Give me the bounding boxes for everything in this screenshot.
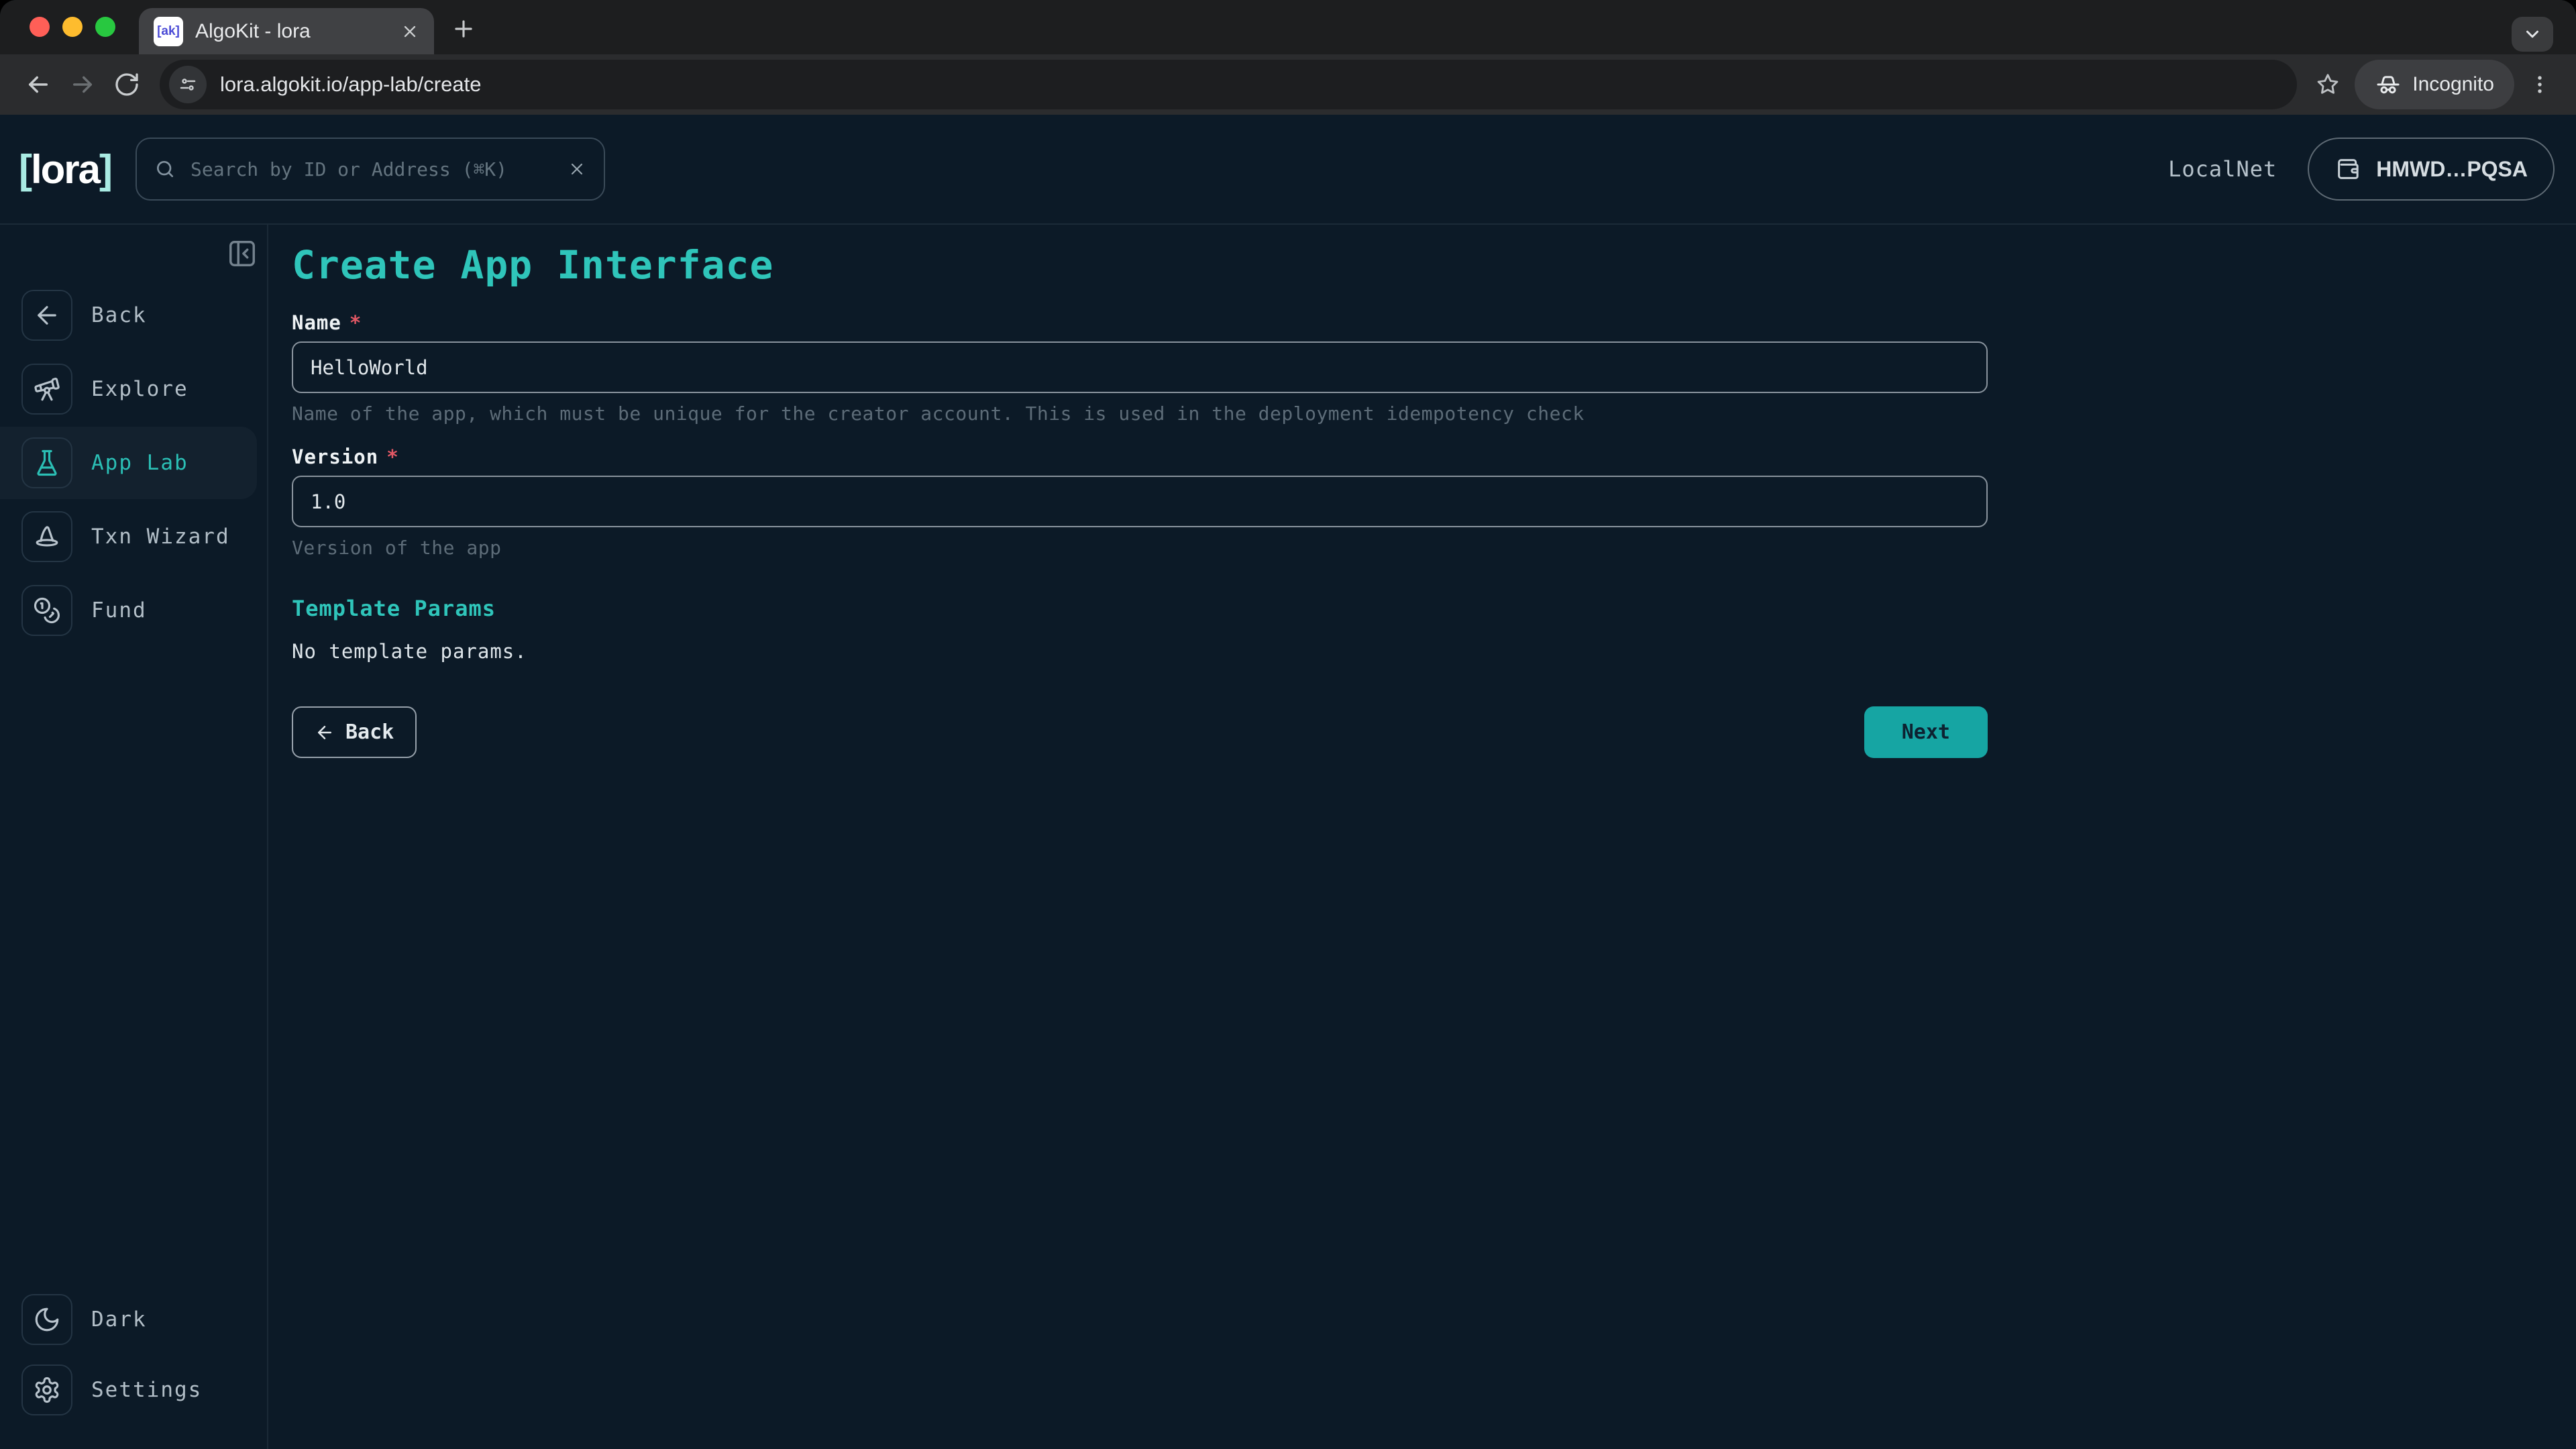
logo-bracket-right: ]	[99, 146, 111, 193]
template-params-title: Template Params	[292, 596, 2576, 621]
sidebar-item-label: App Lab	[91, 451, 189, 475]
browser-window: [ak] AlgoKit - lora lora.algokit.io/a	[0, 0, 2576, 1449]
wizard-hat-icon	[21, 511, 72, 562]
lora-app: [ lora ] LocalNet HMWD…PQSA	[0, 115, 2576, 1449]
page-title: Create App Interface	[292, 243, 2576, 287]
sidebar-item-txn-wizard[interactable]: Txn Wizard	[0, 500, 257, 573]
sidebar-item-label: Settings	[91, 1378, 202, 1402]
app-header: [ lora ] LocalNet HMWD…PQSA	[0, 115, 2576, 225]
sidebar: Back Explore App Lab	[0, 225, 268, 1449]
sidebar-item-label: Explore	[91, 377, 189, 401]
main-content: Create App Interface Name* Name of the a…	[270, 225, 2576, 1449]
search-input[interactable]	[189, 158, 554, 181]
new-tab-button[interactable]	[451, 16, 476, 42]
version-label: Version*	[292, 445, 2576, 468]
telescope-icon	[21, 364, 72, 415]
sidebar-nav: Back Explore App Lab	[0, 279, 267, 647]
sidebar-item-fund[interactable]: Fund	[0, 574, 257, 647]
arrow-left-icon	[315, 722, 335, 743]
required-asterisk: *	[386, 445, 398, 468]
search-icon	[154, 158, 176, 180]
name-input[interactable]	[292, 341, 1988, 393]
sidebar-item-settings[interactable]: Settings	[0, 1364, 257, 1415]
sidebar-item-explore[interactable]: Explore	[0, 353, 257, 425]
moon-icon	[21, 1294, 72, 1345]
wallet-icon	[2334, 156, 2361, 182]
global-search[interactable]	[136, 138, 605, 201]
browser-menu-icon[interactable]	[2520, 64, 2560, 105]
back-button[interactable]: Back	[292, 706, 417, 758]
name-help-text: Name of the app, which must be unique fo…	[292, 402, 2576, 425]
gear-icon	[21, 1364, 72, 1415]
name-label: Name*	[292, 311, 2576, 334]
logo-bracket-left: [	[19, 146, 31, 193]
flask-icon	[21, 437, 72, 488]
sidebar-item-theme-dark[interactable]: Dark	[0, 1294, 257, 1345]
wallet-button[interactable]: HMWD…PQSA	[2308, 138, 2555, 201]
coins-icon	[21, 585, 72, 636]
sidebar-item-label: Dark	[91, 1307, 147, 1332]
tab-close-icon[interactable]	[400, 22, 419, 41]
reload-icon[interactable]	[105, 62, 149, 107]
logo-text: lora	[31, 146, 99, 193]
tab-search-chevron-button[interactable]	[2512, 17, 2553, 52]
tab-favicon: [ak]	[154, 17, 183, 46]
sidebar-item-label: Txn Wizard	[91, 525, 230, 549]
zoom-window-button[interactable]	[95, 17, 115, 37]
incognito-label: Incognito	[2412, 73, 2494, 96]
browser-tab[interactable]: [ak] AlgoKit - lora	[139, 8, 434, 54]
lora-logo[interactable]: [ lora ]	[19, 146, 111, 193]
minimize-window-button[interactable]	[62, 17, 83, 37]
template-params-empty-text: No template params.	[292, 640, 2576, 663]
tab-title: AlgoKit - lora	[195, 20, 388, 43]
url-text[interactable]: lora.algokit.io/app-lab/create	[220, 72, 481, 97]
close-window-button[interactable]	[30, 17, 50, 37]
sidebar-item-back[interactable]: Back	[0, 279, 257, 352]
sidebar-item-label: Back	[91, 303, 147, 327]
arrow-left-icon	[21, 290, 72, 341]
sidebar-item-app-lab[interactable]: App Lab	[0, 427, 257, 499]
required-asterisk: *	[350, 311, 362, 334]
next-button[interactable]: Next	[1864, 706, 1988, 758]
wallet-address: HMWD…PQSA	[2376, 157, 2528, 182]
browser-toolbar: lora.algokit.io/app-lab/create Incognito	[0, 54, 2576, 115]
incognito-icon	[2375, 71, 2402, 98]
form-actions: Back Next	[292, 706, 1988, 758]
back-nav-icon[interactable]	[16, 62, 60, 107]
incognito-badge: Incognito	[2355, 60, 2514, 109]
site-settings-icon[interactable]	[169, 66, 207, 103]
tab-bar: [ak] AlgoKit - lora	[0, 0, 2576, 54]
version-input[interactable]	[292, 476, 1988, 527]
bookmark-star-icon[interactable]	[2308, 64, 2348, 105]
search-clear-icon[interactable]	[568, 160, 586, 178]
window-controls[interactable]	[30, 17, 115, 37]
sidebar-footer: Dark Settings	[0, 1294, 267, 1415]
forward-nav-icon	[60, 62, 105, 107]
url-bar[interactable]: lora.algokit.io/app-lab/create	[160, 60, 2297, 109]
version-help-text: Version of the app	[292, 537, 2576, 559]
version-field: Version* Version of the app	[292, 445, 2576, 559]
network-label[interactable]: LocalNet	[2168, 156, 2277, 182]
sidebar-item-label: Fund	[91, 598, 147, 623]
name-field: Name* Name of the app, which must be uni…	[292, 311, 2576, 425]
sidebar-collapse-icon[interactable]	[227, 238, 258, 269]
